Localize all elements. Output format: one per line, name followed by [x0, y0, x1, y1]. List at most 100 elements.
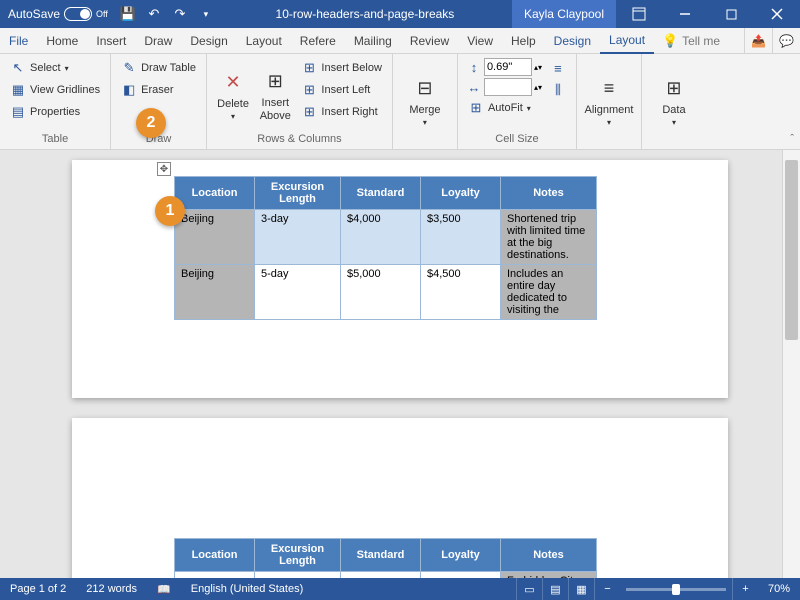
table-header-row[interactable]: Location Excursion Length Standard Loyal… [175, 177, 597, 210]
chevron-up-icon: ˆ [790, 133, 794, 145]
table-move-handle[interactable]: ✥ [157, 162, 171, 176]
ribbon-display-button[interactable] [616, 0, 662, 28]
web-layout-icon: ▦ [576, 583, 586, 596]
stepper-icon: ▴▾ [534, 63, 542, 72]
ribbon-tabs: File Home Insert Draw Design Layout Refe… [0, 28, 800, 54]
col-width-stepper[interactable]: ↔▴▾ [466, 78, 542, 96]
language-indicator[interactable]: English (United States) [181, 583, 314, 595]
draw-table-button[interactable]: ✎Draw Table [119, 58, 198, 78]
eraser-label: Eraser [141, 84, 173, 96]
tab-references[interactable]: Refere [291, 28, 345, 54]
comments-button[interactable]: 💬 [772, 28, 800, 54]
tab-table-design[interactable]: Design [545, 28, 600, 54]
document-area[interactable]: ✥ Location Excursion Length Standard Loy… [0, 150, 782, 578]
tab-review[interactable]: Review [401, 28, 458, 54]
plus-icon: + [742, 583, 748, 595]
insert-left-button[interactable]: ⊞Insert Left [299, 80, 384, 100]
cell[interactable]: 5-day [255, 265, 341, 320]
group-alignment: ≡Alignment▾ [577, 54, 642, 149]
cell[interactable]: $4,500 [421, 265, 501, 320]
zoom-out-button[interactable]: − [594, 578, 620, 600]
zoom-level[interactable]: 70% [758, 583, 800, 595]
table-1[interactable]: Location Excursion Length Standard Loyal… [174, 176, 597, 320]
autofit-icon: ⊞ [468, 100, 484, 116]
select-button[interactable]: ↖Select▾ [8, 58, 102, 78]
view-gridlines-button[interactable]: ▦View Gridlines [8, 80, 102, 100]
tab-view[interactable]: View [458, 28, 502, 54]
cell[interactable]: $5,000 [341, 265, 421, 320]
scrollbar-thumb[interactable] [785, 160, 798, 340]
close-button[interactable] [754, 0, 800, 28]
tab-mailings[interactable]: Mailing [345, 28, 401, 54]
th-location: Location [175, 177, 255, 210]
row-height-input[interactable] [484, 58, 532, 76]
web-layout-button[interactable]: ▦ [568, 578, 594, 600]
align-icon: ≡ [595, 74, 623, 102]
collapse-ribbon-button[interactable]: ˆ [790, 133, 794, 145]
word-count[interactable]: 212 words [76, 583, 147, 595]
delete-icon: ✕ [219, 68, 247, 96]
col-width-input[interactable] [484, 78, 532, 96]
properties-icon: ▤ [10, 104, 26, 120]
tab-insert[interactable]: Insert [87, 28, 135, 54]
spell-check-button[interactable]: 📖 [147, 583, 181, 596]
properties-button[interactable]: ▤Properties [8, 102, 102, 122]
print-layout-button[interactable]: ▤ [542, 578, 568, 600]
table-row[interactable]: Beijing 5-day $5,000 $4,500 Includes an … [175, 265, 597, 320]
delete-button[interactable]: ✕Delete▾ [215, 58, 251, 131]
merge-button[interactable]: ⊟Merge▾ [401, 58, 449, 143]
save-button[interactable]: 💾 [116, 0, 140, 28]
read-mode-button[interactable]: ▭ [516, 578, 542, 600]
row-height-stepper[interactable]: ↕▴▾ [466, 58, 542, 76]
table-2[interactable]: Location Excursion Length Standard Loyal… [174, 538, 597, 578]
page-indicator[interactable]: Page 1 of 2 [0, 583, 76, 595]
cell[interactable]: 3-day [255, 210, 341, 265]
cell[interactable]: $3,500 [421, 210, 501, 265]
th-location: Location [175, 539, 255, 572]
distribute-cols-button[interactable]: ⫼ [548, 80, 568, 100]
autosave-toggle[interactable]: AutoSave Off [0, 7, 116, 21]
distribute-cols-icon: ⫼ [550, 82, 566, 98]
user-name[interactable]: Kayla Claypool [512, 0, 616, 28]
tab-help[interactable]: Help [502, 28, 545, 54]
tab-design[interactable]: Design [181, 28, 236, 54]
tab-home[interactable]: Home [37, 28, 87, 54]
table-header-row[interactable]: Location Excursion Length Standard Loyal… [175, 539, 597, 572]
data-button[interactable]: ⊞Data▾ [650, 58, 698, 143]
zoom-slider[interactable] [626, 588, 726, 591]
merge-icon: ⊟ [411, 74, 439, 102]
qat-customize[interactable]: ▾ [194, 0, 218, 28]
autofit-button[interactable]: ⊞AutoFit▾ [466, 98, 542, 118]
insert-right-button[interactable]: ⊞Insert Right [299, 102, 384, 122]
cell[interactable]: Beijing [175, 210, 255, 265]
redo-button[interactable]: ↷ [168, 0, 192, 28]
autofit-label: AutoFit [488, 102, 523, 114]
cell[interactable]: Shortened trip with limited time at the … [501, 210, 597, 265]
tab-layout[interactable]: Layout [237, 28, 291, 54]
undo-button[interactable]: ↶ [142, 0, 166, 28]
save-icon: 💾 [120, 6, 136, 22]
alignment-button[interactable]: ≡Alignment▾ [585, 58, 633, 143]
cell[interactable]: $4,000 [341, 210, 421, 265]
tell-me[interactable]: 💡 Tell me [654, 33, 728, 49]
distribute-rows-button[interactable]: ≡ [548, 58, 568, 78]
zoom-in-button[interactable]: + [732, 578, 758, 600]
insert-below-button[interactable]: ⊞Insert Below [299, 58, 384, 78]
maximize-button[interactable] [708, 0, 754, 28]
tab-file[interactable]: File [0, 28, 37, 54]
insert-right-label: Insert Right [321, 106, 377, 118]
insert-above-button[interactable]: ⊞Insert Above [257, 58, 293, 131]
tab-table-layout[interactable]: Layout [600, 28, 654, 54]
cell[interactable]: Beijing [175, 265, 255, 320]
tab-draw[interactable]: Draw [135, 28, 181, 54]
data-label: Data [662, 104, 685, 116]
share-button[interactable]: 📤 [744, 28, 772, 54]
table-row[interactable]: Beijing 3-day $4,000 $3,500 Shortened tr… [175, 210, 597, 265]
vertical-scrollbar[interactable] [782, 150, 800, 578]
minimize-button[interactable] [662, 0, 708, 28]
eraser-button[interactable]: ◧Eraser [119, 80, 198, 100]
share-icon: 📤 [751, 34, 766, 48]
group-cell-size: ↕▴▾ ↔▴▾ ⊞AutoFit▾ ≡ ⫼ Cell Size [458, 54, 577, 149]
data-icon: ⊞ [660, 74, 688, 102]
cell[interactable]: Includes an entire day dedicated to visi… [501, 265, 597, 320]
